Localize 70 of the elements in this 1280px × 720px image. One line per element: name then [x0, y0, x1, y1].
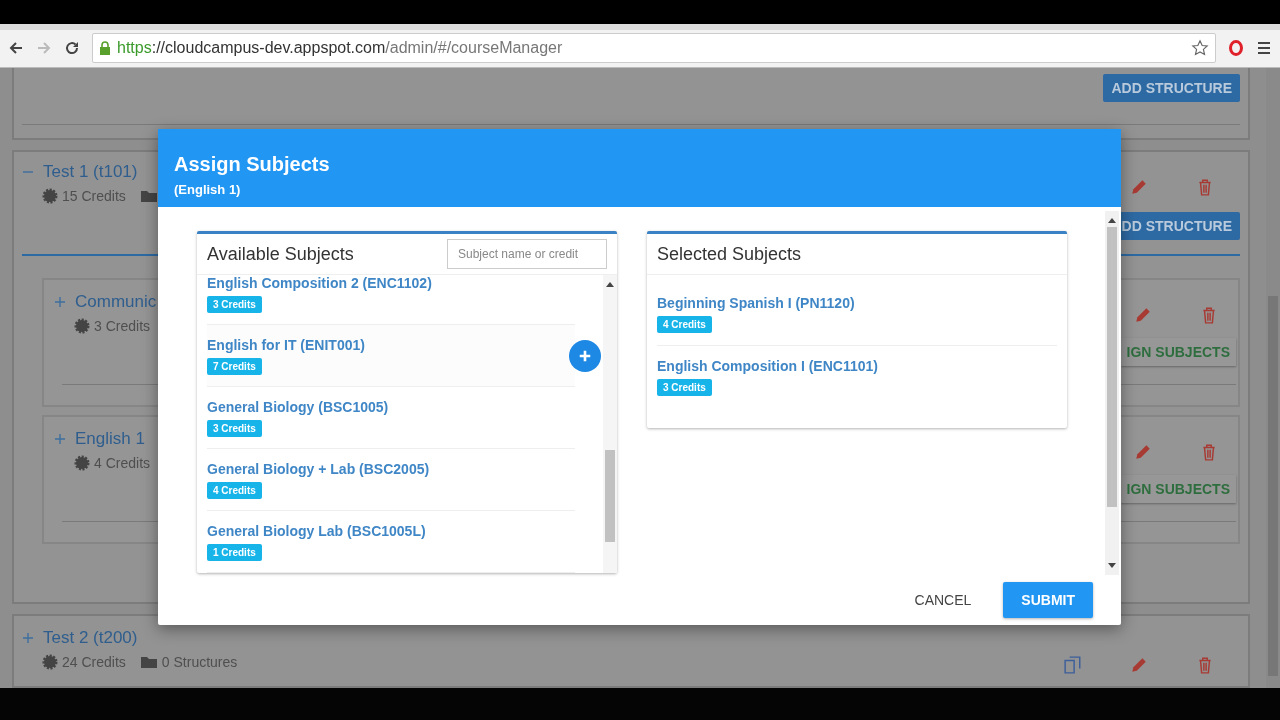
ring-icon[interactable]: [1228, 40, 1244, 56]
scrollbar[interactable]: [1105, 211, 1119, 575]
credits-badge: 4 Credits: [207, 481, 262, 499]
scroll-thumb[interactable]: [1107, 227, 1117, 507]
scrollbar[interactable]: [603, 275, 617, 573]
subject-name[interactable]: General Biology + Lab (BSC2005): [207, 460, 430, 477]
plus-icon: [578, 348, 592, 363]
pencil-icon[interactable]: [1130, 177, 1148, 196]
structure-title[interactable]: Test 1 (t101): [43, 161, 138, 182]
dialog-subtitle: (English 1): [174, 182, 242, 197]
subject-name[interactable]: General Biology (BSC1005): [207, 398, 389, 415]
trash-icon[interactable]: [1200, 305, 1218, 324]
credits-label: 3 Credits: [94, 317, 151, 334]
expand-icon[interactable]: [54, 432, 66, 445]
assign-subjects-button[interactable]: IGN SUBJECTS: [1120, 474, 1236, 503]
structure-title[interactable]: Test 2 (t200): [43, 628, 138, 648]
panel-title: Selected Subjects: [657, 243, 802, 265]
add-button[interactable]: [569, 339, 601, 372]
gear-icon: [74, 454, 90, 471]
gear-icon: [42, 654, 58, 670]
pencil-icon[interactable]: [1134, 305, 1152, 324]
subject-name[interactable]: English for IT (ENIT001): [207, 336, 365, 353]
structures-label: 0 Structures: [161, 654, 238, 670]
trash-icon[interactable]: [1200, 442, 1218, 461]
copy-icon[interactable]: [1064, 656, 1082, 674]
credits-badge: 3 Credits: [657, 379, 712, 396]
panel-title: Available Subjects: [207, 243, 354, 265]
url-text: https://cloudcampus-dev.appspot.com/admin/#/courseManager: [117, 39, 564, 57]
back-icon[interactable]: [8, 40, 24, 56]
folder-icon: [139, 655, 158, 669]
subject-name[interactable]: General Biology Lab (BSC1005L): [207, 522, 426, 539]
cancel-button[interactable]: CANCEL: [908, 591, 978, 609]
expand-icon[interactable]: [54, 295, 66, 308]
credits-badge: 7 Credits: [207, 357, 262, 375]
credits-badge: 1 Credits: [207, 543, 262, 561]
submit-button[interactable]: SUBMIT: [1003, 582, 1093, 618]
reload-icon[interactable]: [64, 40, 80, 56]
credits-label: 15 Credits: [62, 187, 126, 204]
add-structure-button[interactable]: ADD STRUCTURE: [1103, 74, 1240, 102]
pencil-icon[interactable]: [1130, 656, 1148, 674]
subject-name[interactable]: English Composition 2 (ENC1102): [207, 275, 432, 291]
credits-badge: 3 Credits: [207, 295, 262, 313]
scroll-thumb[interactable]: [605, 450, 615, 542]
pencil-icon[interactable]: [1134, 442, 1152, 461]
expand-icon[interactable]: [22, 632, 34, 644]
folder-icon: [139, 188, 158, 203]
credits-badge: 4 Credits: [657, 316, 712, 333]
trash-icon[interactable]: [1196, 177, 1214, 196]
subject-name[interactable]: Beginning Spanish I (PN1120): [657, 295, 855, 311]
scrollbar[interactable]: [1266, 68, 1280, 688]
dialog-title: Assign Subjects: [174, 153, 331, 176]
credits-badge: 3 Credits: [207, 419, 262, 437]
gear-icon: [42, 187, 58, 204]
lock-icon: [99, 41, 111, 55]
menu-icon[interactable]: [1256, 40, 1272, 56]
gear-icon: [74, 317, 90, 334]
structure-title[interactable]: English 1: [75, 428, 145, 449]
address-bar[interactable]: https://cloudcampus-dev.appspot.com/admin/#/courseManager: [92, 33, 1216, 63]
search-field[interactable]: Subject name or credit: [447, 239, 607, 269]
forward-icon[interactable]: [36, 40, 52, 56]
scroll-up-icon[interactable]: [606, 281, 614, 287]
subject-name[interactable]: English Composition I (ENC1101): [657, 358, 878, 374]
scroll-up-icon[interactable]: [1108, 217, 1116, 223]
credits-label: 4 Credits: [94, 454, 151, 471]
trash-icon[interactable]: [1196, 656, 1214, 674]
star-icon[interactable]: [1191, 39, 1209, 57]
scroll-down-icon[interactable]: [1108, 563, 1116, 569]
credits-label: 24 Credits: [62, 654, 126, 670]
assign-subjects-button[interactable]: IGN SUBJECTS: [1120, 337, 1236, 366]
structure-title[interactable]: Communic: [75, 291, 157, 312]
